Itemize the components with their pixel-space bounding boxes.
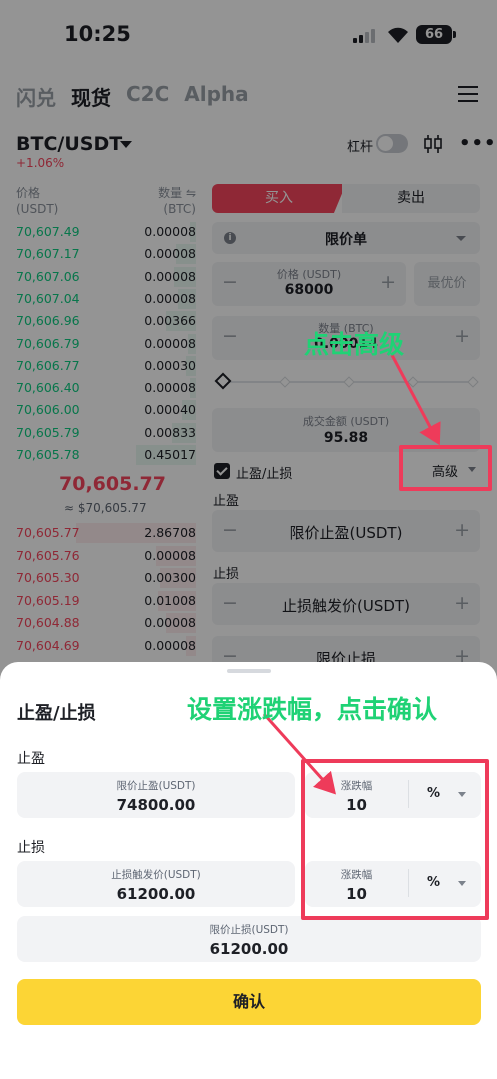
advanced-highlight-box	[399, 445, 492, 491]
tp-label: 止盈	[17, 751, 45, 767]
annotation-click-advanced: 点击高级	[304, 330, 405, 359]
annotation-set-and-confirm: 设置涨跌幅，点击确认	[187, 695, 438, 724]
confirm-button[interactable]: 确认	[17, 979, 481, 1025]
percent-highlight-box	[301, 759, 489, 920]
sheet-grabber[interactable]	[227, 669, 271, 673]
sl-trigger-input[interactable]: 止损触发价(USDT) 61200.00	[17, 861, 295, 907]
tp-price-input[interactable]: 限价止盈(USDT) 74800.00	[17, 772, 295, 818]
sheet-title: 止盈/止损	[17, 703, 96, 724]
sl-label: 止损	[17, 840, 45, 856]
sl-limit-input[interactable]: 限价止损(USDT) 61200.00	[17, 916, 481, 962]
